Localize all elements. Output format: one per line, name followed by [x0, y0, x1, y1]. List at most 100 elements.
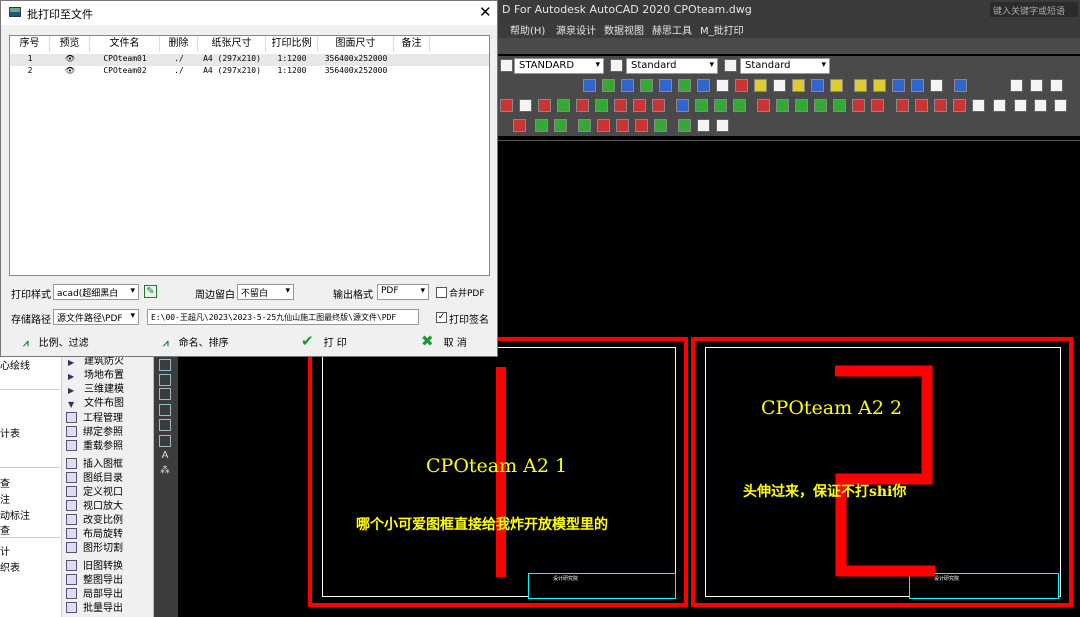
tool-icon[interactable]	[635, 119, 648, 132]
tool-icon[interactable]	[583, 79, 596, 92]
tool-icon[interactable]	[159, 374, 171, 386]
delete-check-icon[interactable]: ./	[160, 66, 198, 75]
menu-item-bind-xref[interactable]: 绑定参照	[66, 426, 123, 439]
col-header-delete[interactable]: 删除	[160, 36, 198, 52]
col-header-preview[interactable]: 预览	[50, 36, 90, 52]
table-row[interactable]: 2 👁 CPOteam02 ./ A4 (297x210) 1:1200 356…	[10, 66, 489, 78]
tool-icon[interactable]	[896, 99, 909, 112]
tool-icon[interactable]	[1010, 79, 1023, 92]
point-icon[interactable]: ⁂	[159, 466, 171, 478]
delete-check-icon[interactable]: ./	[160, 54, 198, 63]
tool-icon[interactable]	[1050, 79, 1063, 92]
tool-icon[interactable]	[654, 119, 667, 132]
tool-icon[interactable]	[930, 79, 943, 92]
tool-icon[interactable]	[557, 99, 570, 112]
menu-item-3d[interactable]: 三维建模	[84, 383, 124, 396]
eye-icon[interactable]: 👁	[50, 66, 90, 75]
tool-icon[interactable]	[754, 79, 767, 92]
menu-item-viewport[interactable]: 定义视口	[66, 486, 123, 499]
menu-item-export-part[interactable]: 局部导出	[66, 588, 123, 601]
tool-icon[interactable]	[830, 79, 843, 92]
tool-icon[interactable]	[871, 99, 884, 112]
tool-icon[interactable]	[697, 119, 710, 132]
tool-icon[interactable]	[852, 99, 865, 112]
file-list-table[interactable]: 序号 预览 文件名 删除 纸张尺寸 打印比例 图面尺寸 备注 1 👁 CPOte…	[9, 35, 490, 276]
edit-icon[interactable]: ✎	[144, 285, 157, 298]
tool-icon[interactable]	[578, 119, 591, 132]
tool-icon[interactable]	[716, 119, 729, 132]
menu-item-change-scale[interactable]: 改变比例	[66, 514, 123, 527]
tool-icon[interactable]	[757, 99, 770, 112]
left-panel-item[interactable]: 计	[0, 543, 10, 558]
tool-icon[interactable]	[602, 79, 615, 92]
print-sign-checkbox[interactable]: ✓	[436, 312, 447, 323]
tool-icon[interactable]	[538, 99, 551, 112]
menu-item-site[interactable]: 场地布置	[84, 369, 124, 382]
eye-icon[interactable]: 👁	[50, 54, 90, 63]
output-format-select[interactable]: PDF	[377, 284, 429, 300]
tool-icon[interactable]	[953, 99, 966, 112]
col-header-note[interactable]: 备注	[394, 36, 430, 52]
table-style-icon[interactable]	[610, 59, 623, 72]
tool-icon[interactable]	[678, 79, 691, 92]
tool-icon[interactable]	[621, 79, 634, 92]
mleader-style-icon[interactable]	[724, 59, 737, 72]
tool-icon[interactable]	[159, 419, 171, 431]
merge-pdf-checkbox[interactable]	[436, 287, 447, 298]
print-button[interactable]: ✔ 打 印	[301, 332, 347, 350]
tool-icon[interactable]	[776, 99, 789, 112]
left-panel-item[interactable]: 动标注	[0, 507, 30, 522]
tool-icon[interactable]	[854, 79, 867, 92]
tool-icon[interactable]	[159, 404, 171, 416]
tool-icon[interactable]	[915, 99, 928, 112]
tool-icon[interactable]	[993, 99, 1006, 112]
col-header-index[interactable]: 序号	[10, 36, 50, 52]
print-style-select[interactable]: acad(超细黑白	[53, 284, 139, 300]
tool-icon[interactable]	[1030, 79, 1043, 92]
tool-icon[interactable]	[519, 99, 532, 112]
text-style-icon[interactable]	[500, 59, 513, 72]
tool-icon[interactable]	[954, 79, 967, 92]
left-panel-item[interactable]: 心绘线	[0, 357, 30, 372]
col-header-filename[interactable]: 文件名	[90, 36, 160, 52]
table-style-select[interactable]: Standard	[626, 58, 718, 74]
menu-item-export-all[interactable]: 整图导出	[66, 574, 123, 587]
tool-icon[interactable]	[873, 79, 886, 92]
rename-sort-button[interactable]: ⩘ 命名、排序	[163, 334, 229, 349]
drawing-sheet-2[interactable]: 设计研究院 CPOteam A2 2 头伸过来，保证不打shi你	[691, 337, 1073, 607]
tool-icon[interactable]	[595, 99, 608, 112]
menu-item-project[interactable]: 工程管理	[66, 412, 123, 425]
menu-item-export-batch[interactable]: 批量导出	[66, 602, 123, 615]
menu-batch-print[interactable]: M_批打印	[700, 22, 744, 37]
tool-icon[interactable]	[773, 79, 786, 92]
tool-icon[interactable]	[614, 99, 627, 112]
tool-icon[interactable]	[833, 99, 846, 112]
tool-icon[interactable]	[1054, 99, 1067, 112]
text-icon[interactable]: A	[159, 451, 171, 463]
tool-icon[interactable]	[576, 99, 589, 112]
left-panel-item[interactable]: 计表	[0, 425, 20, 440]
menu-hesi[interactable]: 赫思工具	[652, 22, 692, 37]
menu-item-convert[interactable]: 旧图转换	[66, 560, 123, 573]
left-panel-item[interactable]: 织表	[0, 559, 20, 574]
tool-icon[interactable]	[792, 79, 805, 92]
tool-icon[interactable]	[554, 119, 567, 132]
table-icon[interactable]	[159, 435, 171, 447]
save-path-input[interactable]: E:\00-王超凡\2023\2023-5-25九仙山施工图最终版\源文件\PD…	[147, 309, 419, 325]
tool-icon[interactable]	[159, 359, 171, 371]
save-path-mode-select[interactable]: 源文件路径\PDF	[53, 309, 139, 325]
tool-icon[interactable]	[695, 99, 708, 112]
tool-icon[interactable]	[972, 99, 985, 112]
tool-icon[interactable]	[659, 79, 672, 92]
menu-item-reload-xref[interactable]: 重载参照	[66, 440, 123, 453]
tool-icon[interactable]	[640, 79, 653, 92]
menu-help[interactable]: 帮助(H)	[510, 22, 545, 37]
col-header-size[interactable]: 图面尺寸	[318, 36, 394, 52]
left-panel-item[interactable]: 查	[0, 475, 10, 490]
table-row[interactable]: 1 👁 CPOteam01 ./ A4 (297x210) 1:1200 356…	[10, 54, 489, 66]
tool-icon[interactable]	[597, 119, 610, 132]
scale-filter-button[interactable]: ⩘ 比例、过滤	[23, 334, 89, 349]
drawing-sheet-1[interactable]: 设计研究院 CPOteam A2 1 哪个小可爱图框直接给我炸开放模型里的	[308, 337, 688, 607]
tool-icon[interactable]	[678, 119, 691, 132]
tool-icon[interactable]	[892, 79, 905, 92]
